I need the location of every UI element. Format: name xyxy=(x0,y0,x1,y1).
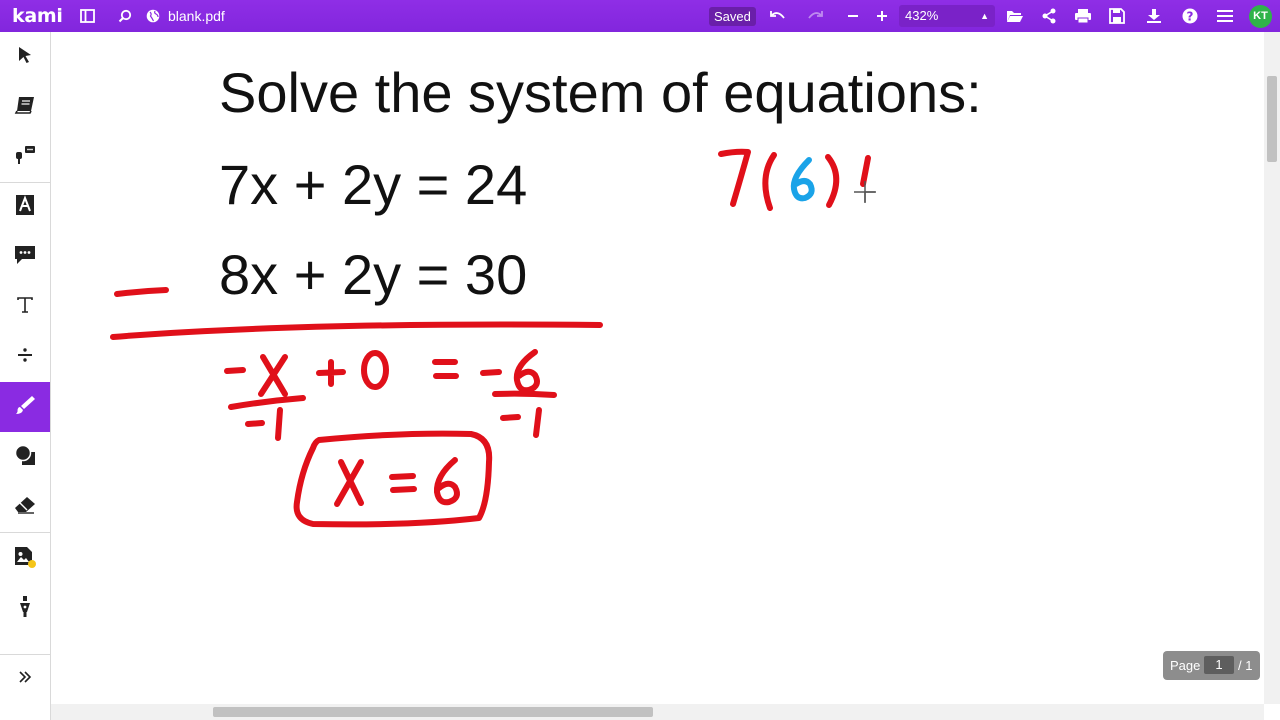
print-icon[interactable] xyxy=(1072,0,1094,32)
shapes-tool[interactable] xyxy=(0,432,50,482)
equation-tool[interactable] xyxy=(0,332,50,382)
comment-icon xyxy=(14,245,36,270)
shapes-icon xyxy=(14,444,36,471)
drawing-icon xyxy=(14,395,36,420)
page-number-input[interactable]: 1 xyxy=(1204,656,1234,674)
zoom-value: 432% xyxy=(905,8,939,23)
ink-subtraction-line xyxy=(110,321,603,340)
zoom-out-icon[interactable] xyxy=(842,0,864,32)
dictionary-icon xyxy=(14,95,36,120)
eraser-icon xyxy=(14,496,36,519)
equation-icon xyxy=(17,347,33,368)
menu-icon[interactable] xyxy=(1214,0,1236,32)
horizontal-scroll-thumb[interactable] xyxy=(213,707,653,717)
undo-icon[interactable] xyxy=(767,0,789,32)
comment-tool[interactable] xyxy=(0,232,50,282)
crosshair-cursor xyxy=(854,181,876,203)
zoom-in-icon[interactable] xyxy=(871,0,893,32)
text-to-speech-tool[interactable] xyxy=(0,132,50,182)
page-total: / 1 xyxy=(1238,658,1253,673)
vertical-scroll-thumb[interactable] xyxy=(1267,76,1277,162)
ink-minus-sign xyxy=(114,287,169,297)
share-icon[interactable] xyxy=(1038,0,1060,32)
zoom-select[interactable]: 432% ▲ xyxy=(899,5,995,27)
text-tool[interactable] xyxy=(0,282,50,332)
text-icon xyxy=(16,296,34,319)
file-name[interactable]: blank.pdf xyxy=(146,0,286,32)
user-avatar[interactable]: KT xyxy=(1249,5,1272,28)
globe-icon xyxy=(146,9,160,23)
ink-blue-digit-6 xyxy=(790,157,815,202)
select-tool[interactable] xyxy=(0,32,50,82)
download-icon[interactable] xyxy=(1143,0,1165,32)
add-media-icon xyxy=(13,545,37,574)
ink-divide-6 xyxy=(492,390,557,438)
open-folder-icon[interactable] xyxy=(1004,0,1026,32)
tool-sidebar xyxy=(0,32,51,720)
add-media-tool[interactable] xyxy=(0,534,50,584)
sidebar-toggle-icon[interactable] xyxy=(76,0,98,32)
horizontal-scrollbar[interactable] xyxy=(51,704,1264,720)
chevron-updown-icon: ▲ xyxy=(980,11,989,21)
ink-annotations-layer[interactable] xyxy=(51,32,1264,704)
text-to-speech-icon xyxy=(14,144,36,171)
markup-tool[interactable] xyxy=(0,182,50,232)
help-icon[interactable]: ? xyxy=(1179,0,1201,32)
top-bar: kami blank.pdf Saved 432% ▲ ? KT xyxy=(0,0,1280,32)
ink-result-line xyxy=(224,349,540,397)
markup-icon xyxy=(15,194,35,221)
signature-icon xyxy=(18,595,32,624)
ink-answer-x-equals-6 xyxy=(334,457,460,507)
vertical-scrollbar[interactable] xyxy=(1264,32,1280,704)
dictionary-tool[interactable] xyxy=(0,82,50,132)
kami-logo[interactable]: kami xyxy=(12,0,68,32)
eraser-tool[interactable] xyxy=(0,482,50,532)
expand-icon xyxy=(18,670,32,689)
signature-tool[interactable] xyxy=(0,584,50,634)
expand-toolbar-button[interactable] xyxy=(0,654,50,704)
ink-divide-x xyxy=(228,395,306,441)
select-icon xyxy=(17,46,33,69)
file-name-label: blank.pdf xyxy=(168,8,225,24)
toolbar-divider xyxy=(0,532,50,533)
svg-text:?: ? xyxy=(1187,10,1194,24)
save-icon[interactable] xyxy=(1106,0,1128,32)
saved-status-badge: Saved xyxy=(709,7,756,26)
redo-icon[interactable] xyxy=(804,0,826,32)
drawing-tool[interactable] xyxy=(0,382,50,432)
document-canvas[interactable]: Solve the system of equations: 7x + 2y =… xyxy=(51,32,1264,704)
search-icon[interactable] xyxy=(114,0,136,32)
page-label: Page xyxy=(1170,658,1201,673)
page-indicator: Page 1 / 1 xyxy=(1163,651,1260,680)
